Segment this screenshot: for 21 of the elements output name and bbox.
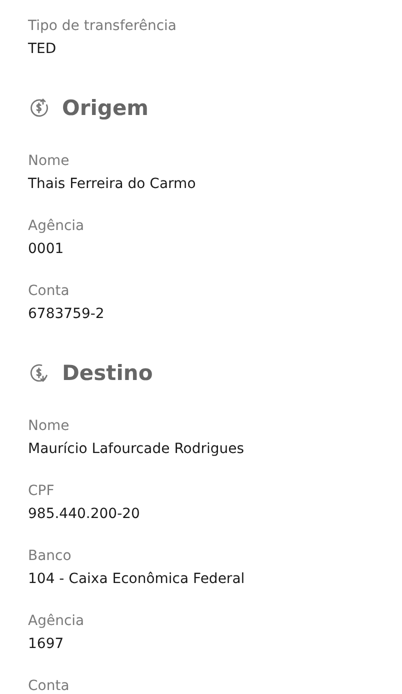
field-label: Nome <box>28 417 70 436</box>
field-value: Thais Ferreira do Carmo <box>28 175 197 194</box>
field-value: 6783759-2 <box>28 305 106 324</box>
field-value: 0001 <box>28 240 65 259</box>
field-value: 104 - Caixa Econômica Federal <box>28 570 246 589</box>
field-value: TED <box>28 40 58 59</box>
field-value: Maurício Lafourcade Rodrigues <box>28 440 246 459</box>
field-label: Tipo de transferência <box>28 17 178 36</box>
section-title: Origem <box>62 96 149 120</box>
dollar-circle-icon <box>28 362 50 384</box>
dollar-circle-icon <box>28 97 50 119</box>
field-label: Nome <box>28 152 70 171</box>
field-label: CPF <box>28 482 56 501</box>
field-value: 1697 <box>28 635 65 654</box>
field-label: Conta <box>28 677 70 694</box>
field-label: Agência <box>28 217 86 236</box>
section-title: Destino <box>62 361 153 385</box>
field-label: Agência <box>28 612 86 631</box>
field-label: Banco <box>28 547 72 566</box>
field-label: Conta <box>28 282 70 301</box>
field-value: 985.440.200-20 <box>28 505 141 524</box>
